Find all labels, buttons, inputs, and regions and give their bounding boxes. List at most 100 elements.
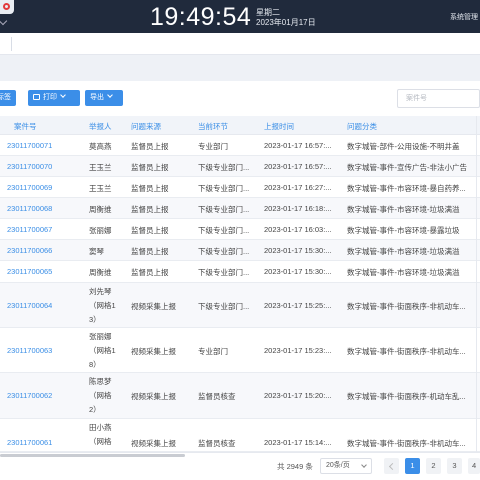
source-cell: 视频采集上报	[131, 392, 176, 401]
case-id-link[interactable]: 23011700062	[7, 391, 52, 400]
user-menu[interactable]: 系统管理	[450, 12, 478, 22]
page-button-3[interactable]: 3	[447, 458, 462, 474]
chevron-down-icon	[107, 92, 113, 98]
report-time-cell: 2023-01-17 15:23:...	[264, 346, 332, 355]
source-cell: 监督员上报	[131, 184, 169, 193]
table-row[interactable]: 23011700064 刘先琴 （网格1 3） 视频采集上报 下级专业部门...…	[0, 283, 480, 328]
reporter-cell: 周衡维	[89, 268, 112, 277]
table-row[interactable]: 23011700065 周衡维 监督员上报 下级专业部门... 2023-01-…	[0, 261, 480, 283]
stage-cell: 下级专业部门...	[198, 184, 250, 193]
table-row[interactable]: 23011700070 王玉兰 监督员上报 下级专业部门... 2023-01-…	[0, 156, 480, 177]
category-cell: 数字城管-部件-公用设施-不明井盖	[347, 142, 460, 151]
report-time-cell: 2023-01-17 15:30:...	[264, 267, 332, 276]
label-button-text: 标签	[0, 94, 11, 101]
print-button[interactable]: 打印	[28, 90, 80, 106]
category-cell: 数字城管-事件-街面秩序-非机动车...	[347, 347, 466, 356]
case-id-link[interactable]: 23011700066	[7, 246, 52, 255]
chevron-down-icon	[60, 92, 66, 98]
reporter-cell: 田小燕 （网格	[89, 423, 112, 446]
export-button-text: 导出	[90, 94, 104, 101]
source-cell: 监督员上报	[131, 226, 169, 235]
case-id-link[interactable]: 23011700068	[7, 204, 52, 213]
source-cell: 监督员上报	[131, 247, 169, 256]
category-cell: 数字城管-事件-宣传广告-非法小广告	[347, 163, 467, 172]
stage-cell: 监督员核查	[198, 392, 236, 401]
category-cell: 数字城管-事件-市容环境-暴露垃圾	[347, 226, 460, 235]
tab-strip	[0, 33, 480, 55]
table-row[interactable]: 23011700071 莫高燕 监督员上报 专业部门 2023-01-17 16…	[0, 135, 480, 156]
column-header-stage[interactable]: 当前环节	[198, 121, 228, 132]
reporter-cell: 张丽娜	[89, 226, 112, 235]
divider	[11, 37, 12, 51]
horizontal-scrollbar[interactable]	[0, 454, 185, 457]
source-cell: 监督员上报	[131, 163, 169, 172]
case-id-link[interactable]: 23011700063	[7, 346, 52, 355]
stage-cell: 下级专业部门...	[198, 268, 250, 277]
category-cell: 数字城管-事件-市容环境-暴自药养...	[347, 184, 466, 193]
report-time-cell: 2023-01-17 16:27:...	[264, 183, 332, 192]
stage-cell: 下级专业部门...	[198, 205, 250, 214]
page-button-1[interactable]: 1	[405, 458, 420, 474]
case-id-link[interactable]: 23011700067	[7, 225, 52, 234]
column-divider	[476, 116, 477, 452]
table-row[interactable]: 23011700066 窦琴 监督员上报 下级专业部门... 2023-01-1…	[0, 240, 480, 261]
source-cell: 监督员上报	[131, 268, 169, 277]
pagination: 共 2949 条 20条/页 1 2 3 4	[0, 452, 480, 480]
top-header: 19:49:54 星期二 2023年01月17日 系统管理	[0, 0, 480, 33]
prev-page-button[interactable]	[384, 458, 399, 474]
stage-cell: 专业部门	[198, 142, 228, 151]
app-logo	[0, 0, 14, 14]
current-date: 2023年01月17日	[256, 18, 316, 27]
reporter-cell: 刘先琴 （网格1 3）	[89, 287, 116, 324]
report-time-cell: 2023-01-17 16:18:...	[264, 204, 332, 213]
chevron-down-icon	[361, 462, 367, 468]
label-button[interactable]: 标签	[0, 90, 16, 106]
logo-mark-icon	[3, 3, 10, 10]
source-cell: 视频采集上报	[131, 302, 176, 311]
table-header: 案件号 举报人 问题来源 当前环节 上报时间 问题分类	[0, 116, 480, 135]
source-cell: 监督员上报	[131, 142, 169, 151]
column-header-source[interactable]: 问题来源	[131, 121, 161, 132]
category-cell: 数字城管-事件-街面秩序-机动车乱...	[347, 392, 466, 401]
report-time-cell: 2023-01-17 15:20:...	[264, 391, 332, 400]
category-cell: 数字城管-事件-市容环境-垃圾满溢	[347, 205, 460, 214]
page-size-select[interactable]: 20条/页	[320, 458, 372, 474]
source-cell: 监督员上报	[131, 205, 169, 214]
reporter-cell: 窦琴	[89, 247, 104, 256]
table-row[interactable]: 23011700068 周衡维 监督员上报 下级专业部门... 2023-01-…	[0, 198, 480, 219]
column-header-category[interactable]: 问题分类	[347, 121, 377, 132]
column-header-case-id[interactable]: 案件号	[14, 121, 37, 132]
printer-icon	[33, 94, 40, 100]
case-id-link[interactable]: 23011700065	[7, 267, 52, 276]
page-size-value: 20条/页	[326, 462, 350, 469]
report-time-cell: 2023-01-17 16:03:...	[264, 225, 332, 234]
reporter-cell: 陈思梦 （网格 2）	[89, 377, 112, 414]
case-id-link[interactable]: 23011700069	[7, 183, 52, 192]
export-button[interactable]: 导出	[85, 90, 123, 106]
column-header-report-time[interactable]: 上报时间	[264, 121, 294, 132]
category-cell: 数字城管-事件-街面秩序-非机动车...	[347, 302, 466, 311]
table-row[interactable]: 23011700061 田小燕 （网格 视频采集上报 监督员核查 2023-01…	[0, 419, 480, 452]
table-row[interactable]: 23011700069 王玉兰 监督员上报 下级专业部门... 2023-01-…	[0, 177, 480, 198]
case-id-link[interactable]: 23011700064	[7, 301, 52, 310]
chevron-down-icon[interactable]	[0, 16, 8, 26]
case-number-search-input[interactable]: 案件号	[397, 89, 480, 108]
case-id-link[interactable]: 23011700061	[7, 438, 52, 447]
table-row[interactable]: 23011700067 张丽娜 监督员上报 下级专业部门... 2023-01-…	[0, 219, 480, 240]
stage-cell: 下级专业部门...	[198, 226, 250, 235]
table-row[interactable]: 23011700063 张丽娜 （网格1 8） 视频采集上报 专业部门 2023…	[0, 328, 480, 373]
source-cell: 视频采集上报	[131, 439, 176, 448]
page-button-4[interactable]: 4	[468, 458, 480, 474]
total-count: 共 2949 条	[277, 462, 313, 471]
category-cell: 数字城管-事件-市容环境-垃圾满溢	[347, 247, 460, 256]
category-cell: 数字城管-事件-市容环境-垃圾满溢	[347, 268, 460, 277]
report-time-cell: 2023-01-17 15:25:...	[264, 301, 332, 310]
table-row[interactable]: 23011700062 陈思梦 （网格 2） 视频采集上报 监督员核查 2023…	[0, 373, 480, 419]
case-id-link[interactable]: 23011700070	[7, 162, 52, 171]
case-id-link[interactable]: 23011700071	[7, 141, 52, 150]
page-button-2[interactable]: 2	[426, 458, 441, 474]
report-time-cell: 2023-01-17 15:14:...	[264, 438, 332, 447]
column-header-reporter[interactable]: 举报人	[89, 121, 112, 132]
content-gap	[0, 55, 480, 81]
report-time-cell: 2023-01-17 15:30:...	[264, 246, 332, 255]
